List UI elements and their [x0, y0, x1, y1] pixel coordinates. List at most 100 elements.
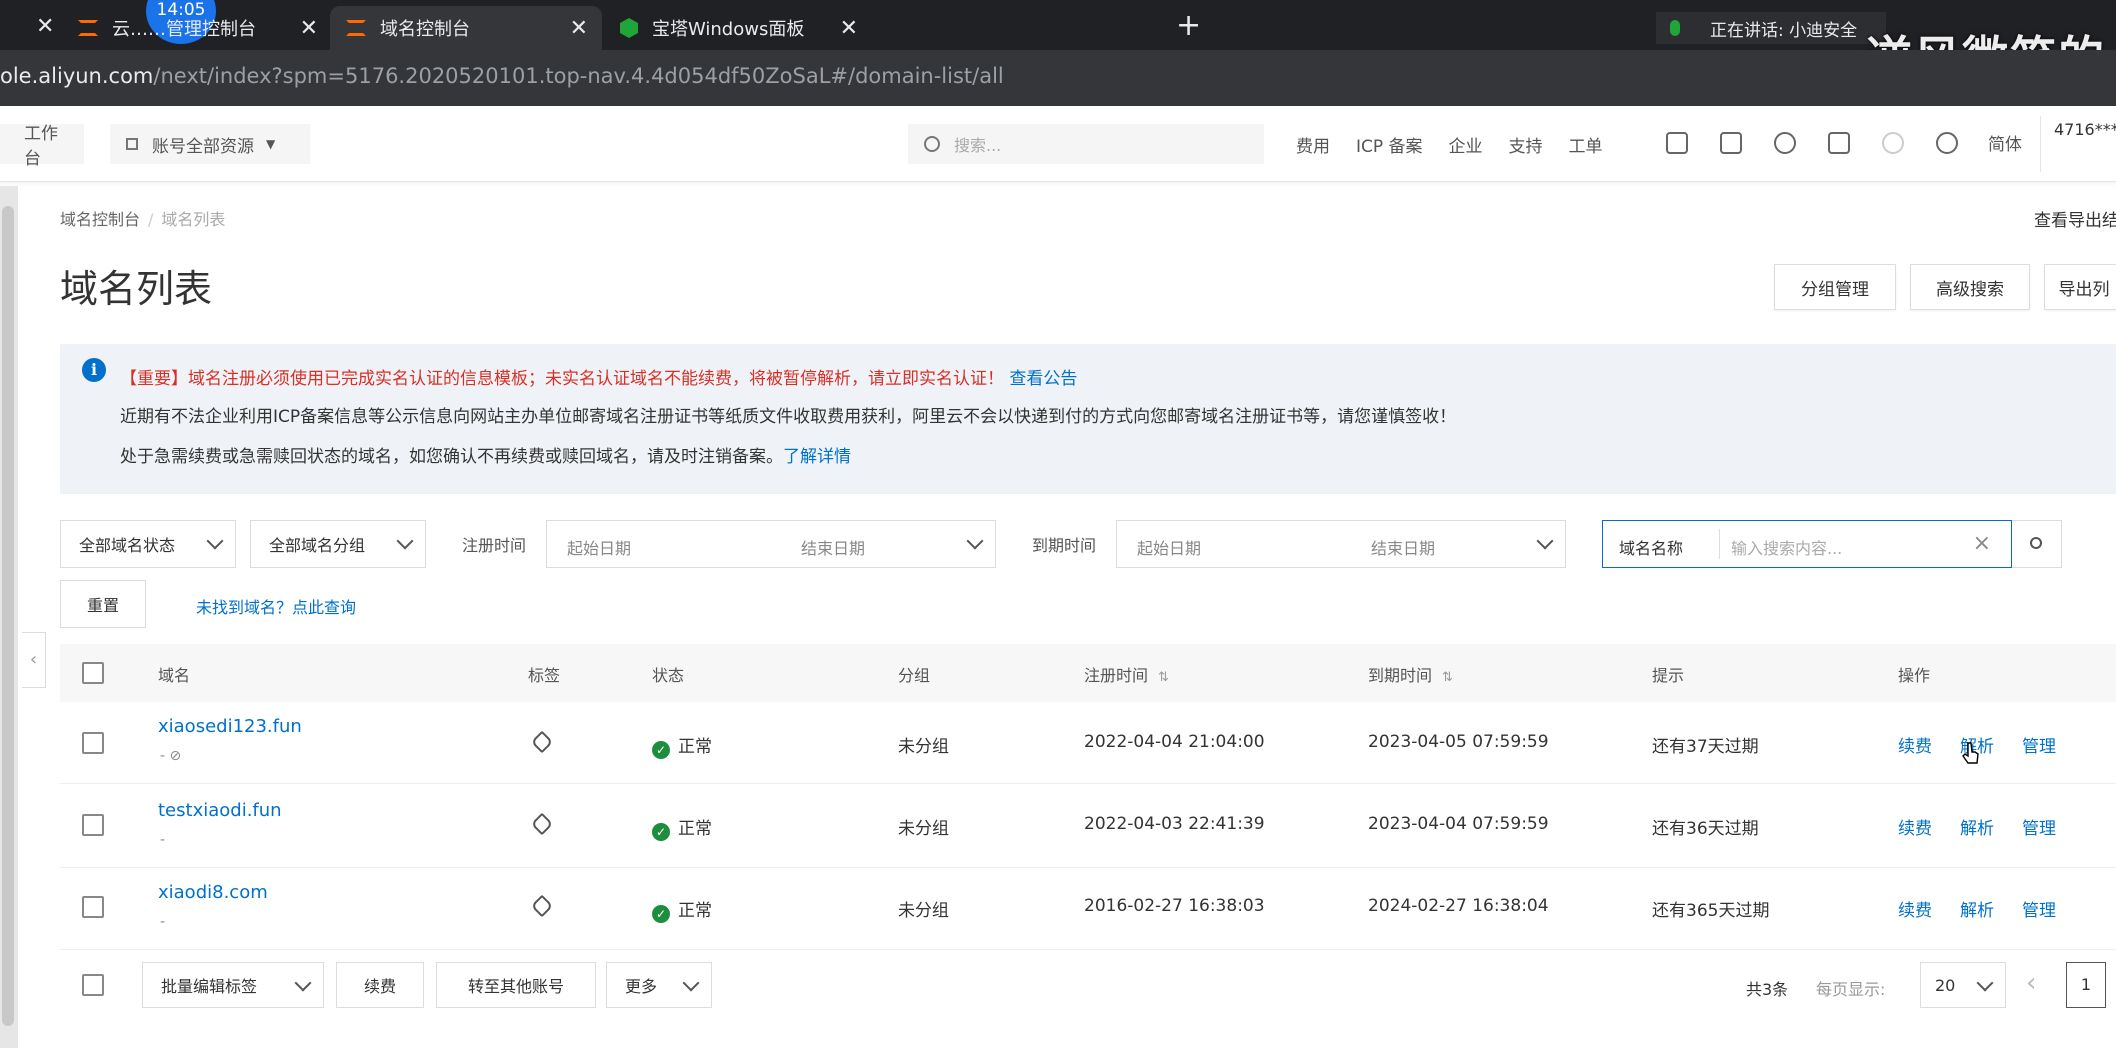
- group-cell: 未分组: [898, 819, 949, 839]
- domain-remark[interactable]: - ⊘: [160, 748, 181, 764]
- exp-date-range[interactable]: 起始日期 结束日期: [1116, 520, 1566, 568]
- renew-link[interactable]: 续费: [1898, 896, 1932, 921]
- reset-button[interactable]: 重置: [60, 580, 146, 628]
- manage-link[interactable]: 管理: [2022, 814, 2056, 839]
- breadcrumb-root[interactable]: 域名控制台: [60, 210, 140, 229]
- tag-icon[interactable]: [530, 812, 554, 836]
- advanced-search-button[interactable]: 高级搜索: [1910, 264, 2030, 310]
- notice-line-1: 【重要】域名注册必须使用已完成实名认证的信息模板；未实名认证域名不能续费，将被暂…: [120, 364, 1077, 389]
- select-all-checkbox[interactable]: [82, 662, 104, 684]
- lightbulb-icon[interactable]: [1882, 132, 1904, 154]
- nav-link-enterprise[interactable]: 企业: [1449, 132, 1483, 157]
- reg-start-date[interactable]: 起始日期: [567, 535, 631, 559]
- col-group: 分组: [898, 666, 931, 685]
- close-icon[interactable]: ✕: [570, 16, 588, 41]
- search-field-select[interactable]: 域名名称: [1619, 535, 1683, 559]
- domain-not-found-link[interactable]: 未找到域名？点此查询: [196, 594, 356, 618]
- resolve-link[interactable]: 解析: [1960, 896, 1994, 921]
- page-number-button[interactable]: 1: [2066, 962, 2106, 1008]
- nav-link-ticket[interactable]: 工单: [1569, 132, 1603, 157]
- exp-end-date[interactable]: 结束日期: [1371, 535, 1435, 559]
- footer-select-all-checkbox[interactable]: [82, 974, 104, 996]
- group-manage-button[interactable]: 分组管理: [1774, 264, 1896, 310]
- row-checkbox[interactable]: [82, 896, 104, 918]
- domain-status-select[interactable]: 全部域名状态: [60, 520, 236, 568]
- manage-link[interactable]: 管理: [2022, 896, 2056, 921]
- more-label: 更多: [625, 977, 658, 996]
- batch-renew-button[interactable]: 续费: [336, 962, 424, 1008]
- nav-link-billing[interactable]: 费用: [1296, 132, 1330, 157]
- close-icon[interactable]: ✕: [300, 16, 318, 41]
- domain-link[interactable]: xiaodi8.com: [158, 882, 268, 903]
- account-id[interactable]: 4716***: [2054, 120, 2116, 139]
- more-select[interactable]: 更多: [606, 962, 712, 1008]
- tab-domain-console[interactable]: 域名控制台 ✕: [330, 6, 602, 50]
- renew-link[interactable]: 续费: [1898, 732, 1932, 757]
- address-bar[interactable]: ole.aliyun.com/next/index?spm=5176.20205…: [0, 50, 2116, 106]
- reg-time-cell: 2022-04-03 22:41:39: [1084, 814, 1265, 834]
- page-size-select[interactable]: 20: [1920, 962, 2006, 1008]
- search-button[interactable]: [2012, 520, 2062, 568]
- resolve-link[interactable]: 解析: [1960, 814, 1994, 839]
- url-host: ole.aliyun.com: [0, 64, 154, 88]
- page-size-label: 每页显示:: [1816, 980, 1886, 999]
- nav-link-support[interactable]: 支持: [1509, 132, 1543, 157]
- app-icon[interactable]: [1666, 132, 1688, 154]
- domain-search-input[interactable]: 域名名称 输入搜索内容... ×: [1602, 520, 2012, 568]
- view-announcement-link[interactable]: 查看公告: [1009, 369, 1077, 389]
- batch-tag-label: 批量编辑标签: [161, 977, 258, 996]
- left-scrollbar[interactable]: [0, 186, 18, 1048]
- renew-link[interactable]: 续费: [1898, 814, 1932, 839]
- table-row: testxiaodi.fun - ✓ 正常 未分组 2022-04-03 22:4…: [60, 786, 2116, 868]
- scrollbar-thumb[interactable]: [2, 206, 14, 1026]
- domain-remark[interactable]: -: [160, 832, 165, 848]
- close-icon[interactable]: ✕: [840, 16, 858, 41]
- manage-link[interactable]: 管理: [2022, 732, 2056, 757]
- transfer-account-button[interactable]: 转至其他账号: [436, 962, 596, 1008]
- domain-link[interactable]: testxiaodi.fun: [158, 800, 282, 821]
- console-search-input[interactable]: 搜索...: [908, 124, 1264, 164]
- exp-time-cell: 2023-04-05 07:59:59: [1368, 732, 1549, 752]
- browser-tab-strip: 14:05 ✕ 云……管理控制台 ✕ 域名控制台 ✕ 宝塔Windows面板 ✕…: [0, 0, 2116, 85]
- nav-link-icp[interactable]: ICP 备案: [1356, 132, 1423, 157]
- tag-icon[interactable]: [530, 730, 554, 754]
- col-exp-time[interactable]: 到期时间 ⇅: [1368, 662, 1453, 686]
- bell-icon[interactable]: [1774, 132, 1796, 154]
- cart-icon[interactable]: [1828, 132, 1850, 154]
- tab-management-console[interactable]: 云……管理控制台 ✕: [62, 6, 332, 50]
- resources-dropdown[interactable]: 账号全部资源 ▼: [110, 124, 310, 164]
- domain-group-select[interactable]: 全部域名分组: [250, 520, 426, 568]
- domain-link[interactable]: xiaosedi123.fun: [158, 716, 302, 737]
- reg-end-date[interactable]: 结束日期: [801, 535, 865, 559]
- new-tab-icon[interactable]: +: [1176, 8, 1201, 43]
- prev-page-icon[interactable]: ‹: [2026, 968, 2036, 998]
- row-checkbox[interactable]: [82, 732, 104, 754]
- tab-baota-panel[interactable]: 宝塔Windows面板 ✕: [604, 6, 872, 50]
- sidebar-collapse-button[interactable]: ‹: [22, 632, 46, 688]
- learn-more-link[interactable]: 了解详情: [783, 447, 851, 467]
- sort-icon[interactable]: ⇅: [1442, 670, 1453, 685]
- close-icon[interactable]: ✕: [36, 14, 54, 39]
- domain-remark[interactable]: -: [160, 914, 165, 930]
- search-divider: [1719, 529, 1720, 559]
- batch-tag-select[interactable]: 批量编辑标签: [142, 962, 324, 1008]
- reg-date-range[interactable]: 起始日期 结束日期: [546, 520, 996, 568]
- exp-start-date[interactable]: 起始日期: [1137, 535, 1201, 559]
- status-cell: ✓ 正常: [652, 732, 712, 759]
- language-switch[interactable]: 简体: [1988, 130, 2022, 155]
- search-placeholder: 搜索...: [954, 136, 1002, 155]
- page-size-value: 20: [1935, 976, 1956, 995]
- export-list-button[interactable]: 导出列: [2044, 264, 2116, 310]
- url-text[interactable]: ole.aliyun.com/next/index?spm=5176.20205…: [0, 64, 1004, 88]
- terminal-icon[interactable]: [1720, 132, 1742, 154]
- chevron-down-icon: ▼: [266, 137, 276, 151]
- clear-icon[interactable]: ×: [1973, 531, 1991, 556]
- row-checkbox[interactable]: [82, 814, 104, 836]
- tag-icon[interactable]: [530, 894, 554, 918]
- view-export-link[interactable]: 查看导出结: [2034, 206, 2116, 231]
- workbench-button[interactable]: 工作台: [0, 124, 84, 169]
- top-nav-icons: [1666, 132, 1990, 154]
- help-icon[interactable]: [1936, 132, 1958, 154]
- col-reg-time[interactable]: 注册时间 ⇅: [1084, 662, 1169, 686]
- sort-icon[interactable]: ⇅: [1158, 670, 1169, 685]
